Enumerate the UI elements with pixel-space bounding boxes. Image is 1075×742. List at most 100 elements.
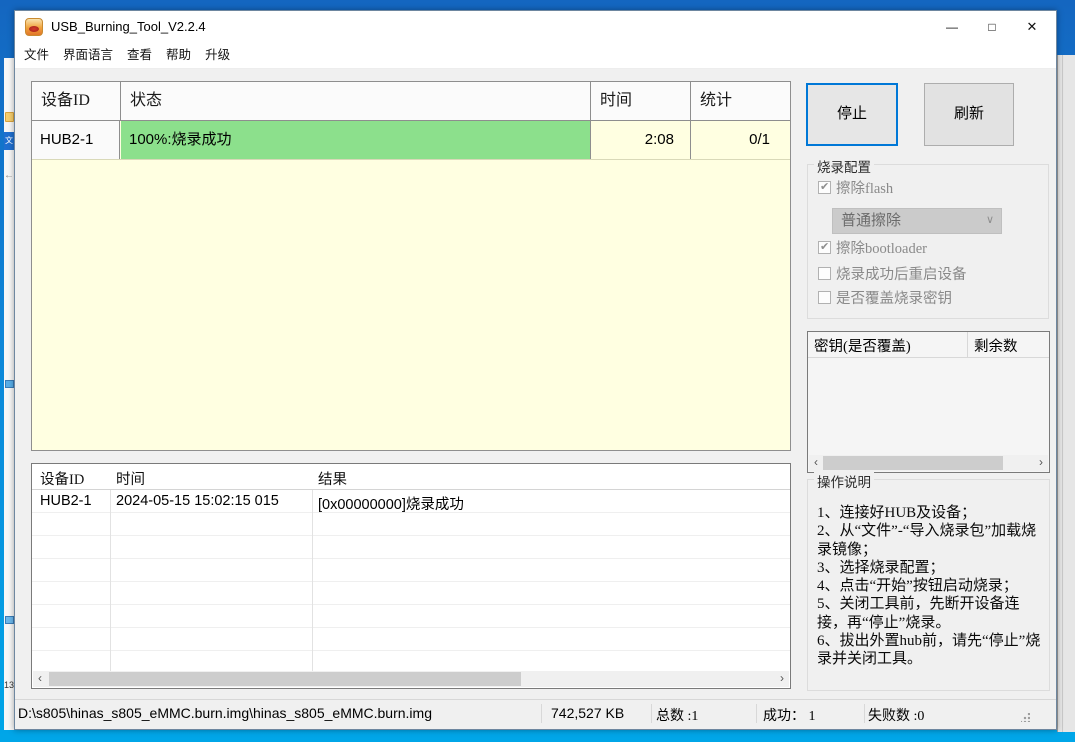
col-header-device-id: 设备ID	[41, 92, 90, 109]
erase-bootloader-label: 擦除bootloader	[836, 240, 928, 257]
menu-bar: 文件 界面语言 查看 帮助 升级	[15, 43, 1056, 69]
burn-status-cell: 100%:烧录成功	[121, 121, 590, 159]
desktop-background: 文 ← 13 USB_Burning_Tool_V2.2.4 — □ ✕ 文件 …	[0, 0, 1075, 742]
log-device-id: HUB2-1	[40, 493, 92, 509]
col-header-time: 时间	[116, 472, 145, 488]
failed-count: 失败数 :0	[868, 709, 925, 724]
folder-icon	[5, 112, 14, 122]
col-header-time: 时间	[600, 92, 633, 109]
refresh-button[interactable]: 刷新	[924, 83, 1014, 146]
statusbar-divider	[864, 704, 865, 723]
col-header-stat: 统计	[700, 92, 733, 109]
key-table-hscrollbar[interactable]: ‹ ›	[809, 455, 1048, 471]
instruction-step: 5、关闭工具前，先断开设备连接，再“停止”烧录。	[817, 596, 1020, 631]
menu-upgrade[interactable]: 升级	[198, 43, 237, 68]
scroll-right-icon[interactable]: ›	[1034, 455, 1048, 471]
instruction-step: 6、拔出外置hub前，请先“停止”烧录并关闭工具。	[817, 633, 1041, 668]
burn-log-table: 设备ID 时间 结果 HUB2-1 2024-05-15 15:02:15 01…	[31, 463, 791, 689]
computer-icon	[5, 616, 14, 624]
window-title: USB_Burning_Tool_V2.2.4	[51, 19, 206, 34]
log-table-body: HUB2-1 2024-05-15 15:02:15 015 [0x000000…	[32, 490, 790, 671]
instruction-step: 2、从“文件”-“导入烧录包”加载烧录镜像；	[817, 523, 1037, 558]
computer-icon	[5, 380, 14, 388]
instructions-group: 操作说明 1、连接好HUB及设备； 2、从“文件”-“导入烧录包”加载烧录镜像；…	[807, 471, 1050, 691]
device-table-header: 设备ID 状态 时间 统计	[32, 82, 790, 121]
scroll-left-icon[interactable]: ‹	[33, 671, 47, 687]
scroll-left-icon[interactable]: ‹	[809, 455, 823, 471]
device-id-cell: HUB2-1	[32, 121, 120, 159]
menu-help[interactable]: 帮助	[159, 43, 198, 68]
burn-time-cell: 2:08	[590, 121, 690, 159]
col-header-remaining: 剩余数	[974, 339, 1018, 355]
erase-flash-checkbox[interactable]: ✔	[818, 180, 831, 194]
instruction-step: 4、点击“开始”按钮启动烧录；	[817, 578, 1018, 595]
statusbar-divider	[541, 704, 542, 723]
scroll-right-icon[interactable]: ›	[775, 671, 789, 687]
check-icon: ✔	[820, 180, 830, 193]
device-progress-table: 设备ID 状态 时间 统计 HUB2-1 100%:烧录成功 2:08 0/1	[31, 81, 791, 451]
col-header-status: 状态	[130, 92, 163, 109]
key-table-header: 密钥(是否覆盖) 剩余数	[808, 332, 1049, 358]
success-count: 成功： 1	[763, 709, 816, 724]
instruction-step: 1、连接好HUB及设备；	[817, 505, 977, 521]
loaded-image-path: D:\s805\hinas_s805_eMMC.burn.img\hinas_s…	[18, 705, 432, 721]
title-bar[interactable]: USB_Burning_Tool_V2.2.4 — □ ✕	[15, 11, 1056, 43]
chevron-down-icon: ∨	[985, 214, 994, 226]
log-table-hscrollbar[interactable]: ‹ ›	[33, 671, 789, 687]
reboot-after-success-row[interactable]: 烧录成功后重启设备	[818, 265, 967, 283]
overwrite-burn-key-row[interactable]: 是否覆盖烧录密钥	[818, 289, 952, 307]
minimize-button[interactable]: —	[932, 13, 972, 41]
key-table: 密钥(是否覆盖) 剩余数 ‹ ›	[807, 331, 1050, 473]
erase-bootloader-row[interactable]: ✔ 擦除bootloader	[818, 239, 928, 257]
col-header-result: 结果	[318, 472, 347, 488]
erase-flash-label: 擦除flash	[836, 180, 894, 197]
usb-burning-tool-window: USB_Burning_Tool_V2.2.4 — □ ✕ 文件 界面语言 查看…	[14, 10, 1057, 730]
col-header-device-id: 设备ID	[40, 472, 85, 488]
overwrite-burn-key-label: 是否覆盖烧录密钥	[836, 290, 952, 307]
total-count: 总数 :1	[656, 709, 699, 724]
statusbar-divider	[651, 704, 652, 723]
reboot-after-success-label: 烧录成功后重启设备	[836, 266, 967, 283]
resize-grip-icon[interactable]	[1021, 713, 1030, 722]
device-row[interactable]: HUB2-1 100%:烧录成功 2:08 0/1	[32, 121, 790, 159]
background-label: 13	[4, 680, 14, 690]
overwrite-burn-key-checkbox[interactable]	[818, 290, 831, 304]
menu-language[interactable]: 界面语言	[56, 43, 120, 68]
image-size: 742,527 KB	[551, 705, 625, 721]
statusbar-divider	[756, 704, 757, 723]
erase-mode-select[interactable]: 普通擦除 ∨	[832, 208, 1002, 234]
log-table-header: 设备ID 时间 结果	[32, 464, 790, 490]
menu-file[interactable]: 文件	[17, 43, 56, 68]
close-button[interactable]: ✕	[1012, 13, 1052, 41]
instructions-title: 操作说明	[814, 471, 874, 491]
stop-button[interactable]: 停止	[806, 83, 898, 146]
burn-stat-cell: 0/1	[690, 121, 790, 159]
app-icon	[25, 18, 43, 36]
erase-flash-row[interactable]: ✔ 擦除flash	[818, 179, 894, 197]
back-arrow-icon: ←	[4, 170, 14, 181]
erase-mode-value: 普通擦除	[841, 213, 902, 229]
log-row[interactable]: HUB2-1 2024-05-15 15:02:15 015 [0x000000…	[32, 490, 790, 513]
reboot-after-success-checkbox[interactable]	[818, 266, 831, 280]
log-result: [0x00000000]烧录成功	[318, 497, 464, 513]
scrollbar-thumb[interactable]	[823, 456, 1003, 470]
scrollbar-thumb[interactable]	[49, 672, 521, 686]
check-icon: ✔	[820, 240, 830, 253]
translate-icon: 文	[4, 132, 14, 150]
row-divider	[32, 159, 790, 160]
column-divider	[967, 332, 968, 358]
instructions-body: 1、连接好HUB及设备； 2、从“文件”-“导入烧录包”加载烧录镜像； 3、选择…	[817, 504, 1044, 669]
burn-config-group: 烧录配置 ✔ 擦除flash 普通擦除 ∨ ✔ 擦除bootloader 烧录成…	[807, 156, 1049, 319]
erase-bootloader-checkbox[interactable]: ✔	[818, 240, 831, 254]
background-window-left-sliver: 文 ← 13	[4, 58, 14, 730]
background-window-right-sliver	[1057, 55, 1075, 732]
status-bar: D:\s805\hinas_s805_eMMC.burn.img\hinas_s…	[15, 699, 1056, 727]
burn-config-title: 烧录配置	[814, 156, 874, 176]
menu-view[interactable]: 查看	[120, 43, 159, 68]
instruction-step: 3、选择烧录配置；	[817, 559, 945, 576]
col-header-key: 密钥(是否覆盖)	[814, 339, 911, 355]
log-time: 2024-05-15 15:02:15 015	[116, 493, 279, 509]
maximize-button[interactable]: □	[972, 13, 1012, 41]
column-divider	[110, 490, 111, 671]
column-divider	[312, 490, 313, 671]
